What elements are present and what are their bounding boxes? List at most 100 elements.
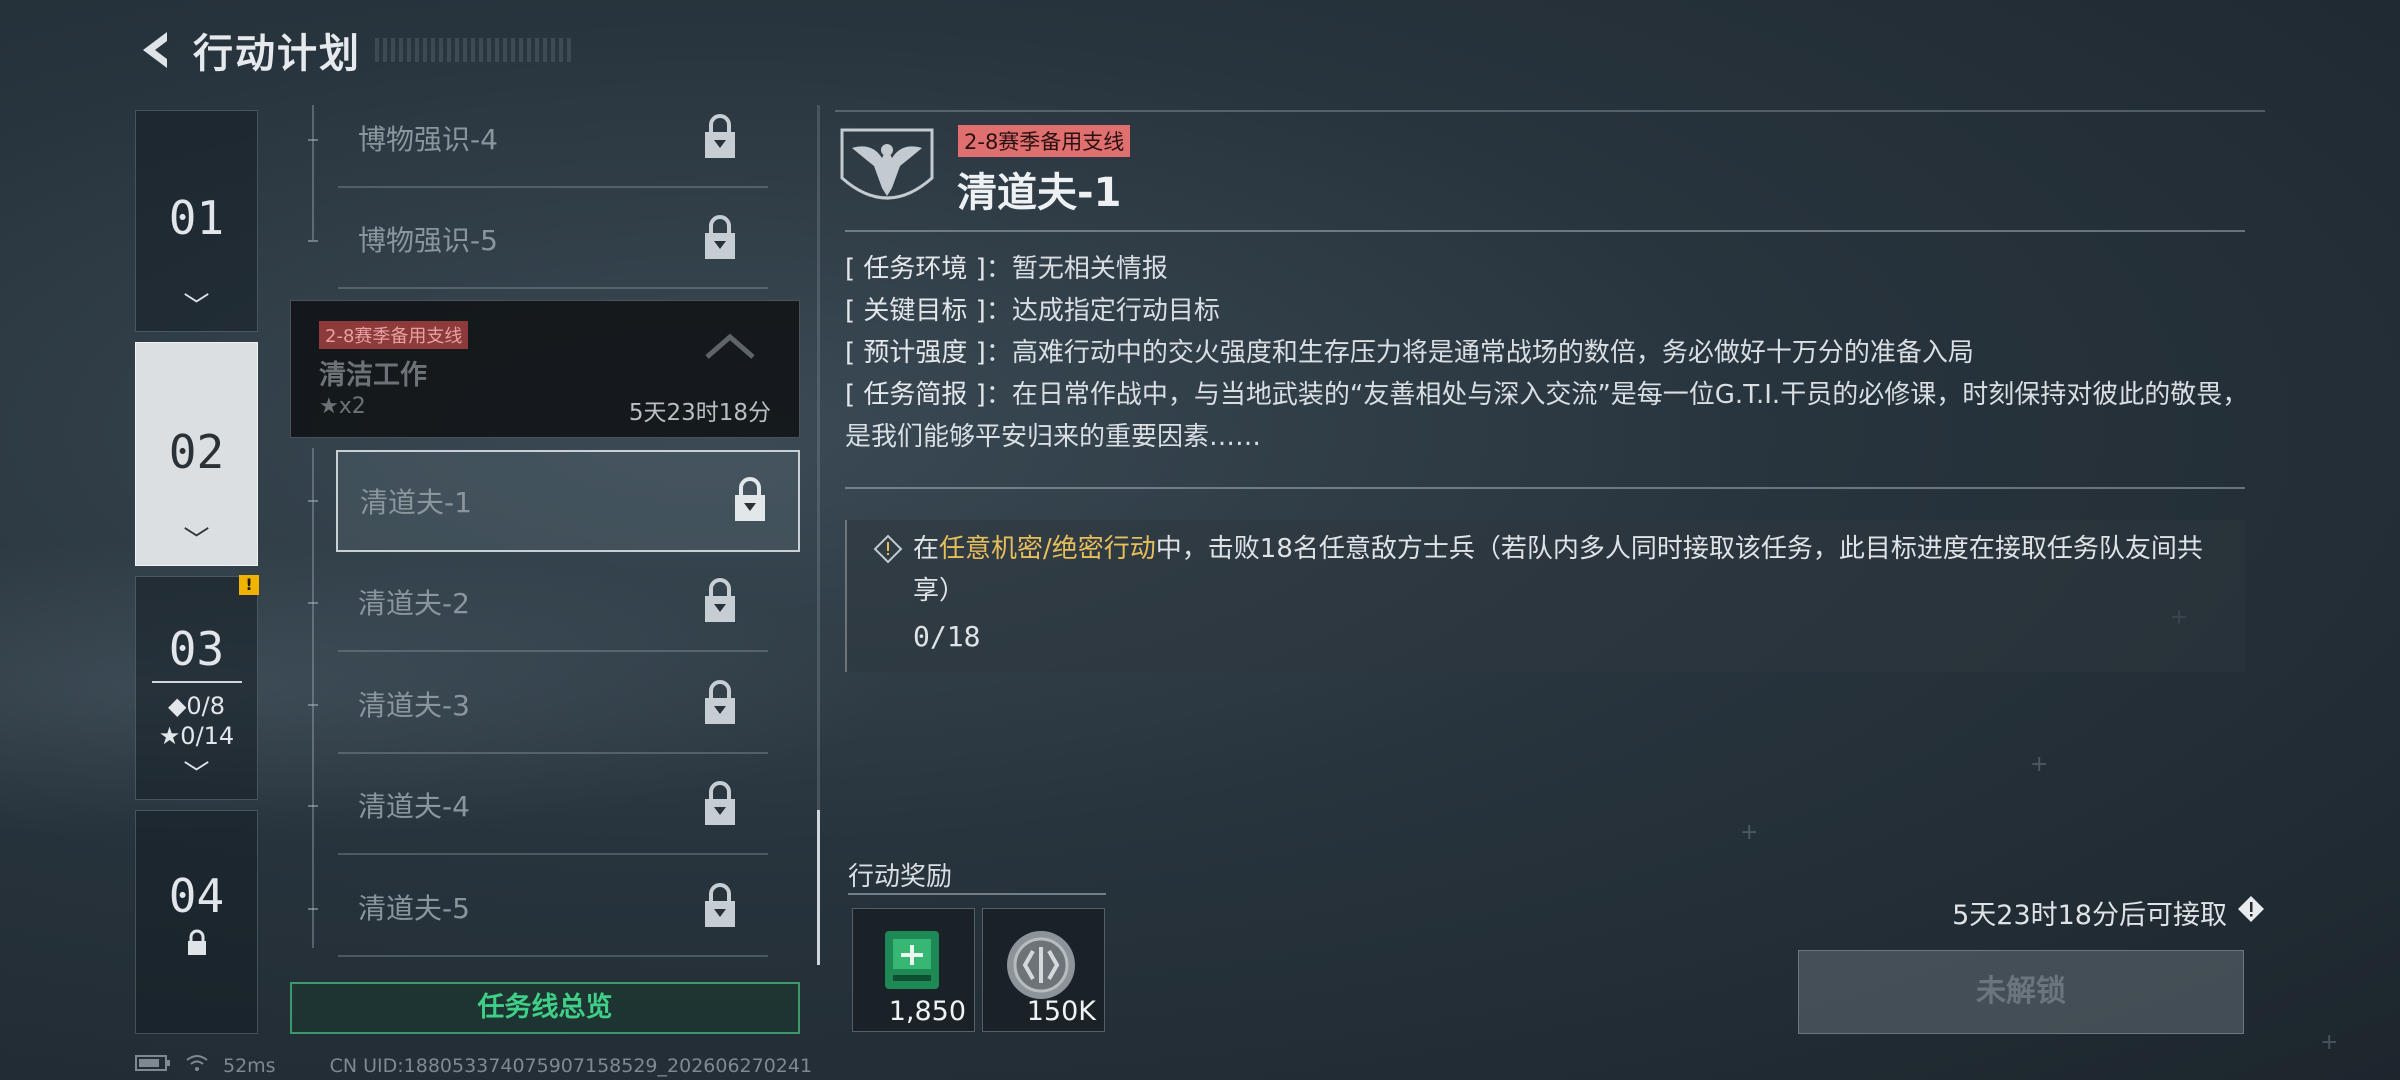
divider <box>845 230 2245 232</box>
info-value: 在日常作战中，与当地武装的“友善相处与深入交流”是每一位G.T.I.干员的必修课… <box>845 380 2249 452</box>
info-value: 暂无相关情报 <box>1011 254 1168 284</box>
back-arrow-icon <box>143 32 167 68</box>
info-value: 高难行动中的交火强度和生存压力将是通常战场的数倍，务必做好十万分的准备入局 <box>1011 338 1974 368</box>
star-progress: ★0/14 <box>158 722 235 750</box>
task-item[interactable]: 博物强识-5 <box>338 191 768 289</box>
chapter-number: 03 <box>168 622 225 676</box>
diamond-progress: ◆0/8 <box>167 692 226 720</box>
task-name: 博物强识-4 <box>358 123 498 156</box>
uid-text: CN UID:18805337407590715​8529_2026062702… <box>329 1054 813 1077</box>
objective-box: 在任意机密/绝密行动中，击败18名任意敌方士兵（若队内多人同时接取该任务，此目标… <box>845 520 2245 672</box>
tree-branch <box>308 805 318 807</box>
detail-top-rule <box>835 110 2265 112</box>
lock-icon <box>732 475 772 527</box>
mission-info: [ 任务环境 ]：暂无相关情报 [ 关键目标 ]：达成指定行动目标 [ 预计强度… <box>845 248 2255 458</box>
objective-text: 在任意机密/绝密行动中，击败18名任意敌方士兵（若队内多人同时接取该任务，此目标… <box>913 528 2233 612</box>
lock-icon <box>702 881 742 933</box>
task-name: 清道夫-5 <box>358 892 470 925</box>
page-title: 行动计划 <box>193 31 361 77</box>
tree-branch <box>308 602 318 604</box>
group-time: 5天23时18分 <box>628 400 771 426</box>
info-value: 达成指定行动目标 <box>1011 296 1220 326</box>
info-label: [ 任务环境 ] <box>845 254 986 284</box>
task-group-header[interactable]: 2-8赛季备用支线 清洁工作 ★x2 5天23时18分 <box>290 300 800 438</box>
lock-icon <box>136 929 257 961</box>
chapter-tab-02[interactable]: 02 ﹀ <box>135 342 258 566</box>
divider <box>845 487 2245 489</box>
objective-highlight: 任意机密/绝密行动 <box>939 534 1156 564</box>
task-name: 清道夫-3 <box>358 689 470 722</box>
lock-icon <box>702 213 742 265</box>
objective-progress: 0/18 <box>913 620 981 653</box>
coin-silver-icon <box>1005 929 1077 1005</box>
reward-item[interactable]: 1,850 <box>852 908 975 1032</box>
group-stars: ★x2 <box>319 394 366 419</box>
divider <box>848 893 1106 895</box>
tree-branch <box>308 500 318 502</box>
reward-label: 行动奖励 <box>848 862 953 892</box>
availability-notice: 5天23时18分后可接取 <box>1952 893 2265 932</box>
currency-green-icon <box>883 929 941 995</box>
availability-text: 5天23时18分后可接取 <box>1952 900 2227 931</box>
season-tag: 2-8赛季备用支线 <box>958 125 1131 157</box>
wifi-icon <box>185 1054 209 1077</box>
info-intensity: [ 预计强度 ]：高难行动中的交火强度和生存压力将是通常战场的数倍，务必做好十万… <box>845 338 1974 368</box>
task-list: 博物强识-4 博物强识-5 2-8赛季备用支线 清洁工作 ★x2 5天23时18… <box>290 105 800 960</box>
task-item-selected[interactable]: 清道夫-1 <box>336 450 800 552</box>
info-label: [ 预计强度 ] <box>845 338 986 368</box>
ping-readout: 52ms <box>223 1054 276 1077</box>
reward-amount: 1,850 <box>888 996 966 1027</box>
mission-title: 清道夫-1 <box>957 170 1122 216</box>
scrollbar-thumb[interactable] <box>817 810 820 965</box>
reward-amount: 150K <box>1026 996 1096 1027</box>
task-name: 清道夫-2 <box>358 587 470 620</box>
chevron-up-icon[interactable] <box>703 331 757 365</box>
back-button[interactable] <box>135 25 175 75</box>
task-item[interactable]: 清道夫-2 <box>338 554 768 652</box>
lock-icon <box>702 576 742 628</box>
tree-branch <box>308 139 318 141</box>
chapter-number: 02 <box>168 425 225 479</box>
eagle-emblem-icon <box>832 118 942 218</box>
chevron-down-icon: ﹀ <box>183 292 210 322</box>
crosshair-decoration: + <box>2320 1030 2339 1055</box>
info-briefing: [ 任务简报 ]：在日常作战中，与当地武装的“友善相处与深入交流”是每一位G.T… <box>845 380 2249 452</box>
task-name: 清道夫-1 <box>360 486 472 519</box>
lock-icon <box>702 678 742 730</box>
battery-icon <box>135 1054 171 1077</box>
lock-icon <box>702 779 742 831</box>
task-item[interactable]: 博物强识-4 <box>338 90 768 188</box>
tree-line <box>312 105 314 240</box>
tree-branch <box>308 704 318 706</box>
diamond-objective-icon <box>873 534 903 568</box>
alert-badge: ! <box>239 575 259 595</box>
info-environment: [ 任务环境 ]：暂无相关情报 <box>845 254 1168 284</box>
task-item[interactable]: 清道夫-4 <box>338 757 768 855</box>
task-name: 清道夫-4 <box>358 790 470 823</box>
info-target: [ 关键目标 ]：达成指定行动目标 <box>845 296 1220 326</box>
group-name: 清洁工作 <box>319 360 427 391</box>
info-label: [ 关键目标 ] <box>845 296 986 326</box>
task-line-overview-button[interactable]: 任务线总览 <box>290 982 800 1034</box>
lock-icon <box>702 112 742 164</box>
chapter-number: 01 <box>168 191 225 245</box>
divider <box>151 681 242 683</box>
status-bar: 52ms CN UID:18805337407590715​8529_20260… <box>135 1054 812 1077</box>
reward-item[interactable]: 150K <box>982 908 1105 1032</box>
task-item[interactable]: 清道夫-5 <box>338 859 768 957</box>
task-name: 博物强识-5 <box>358 224 498 257</box>
info-diamond-icon[interactable] <box>2237 895 2265 930</box>
chapter-tab-01[interactable]: 01 ﹀ <box>135 110 258 332</box>
chapter-tab-03[interactable]: ! 03 ◆0/8 ★0/14 ﹀ <box>135 575 259 800</box>
unlock-button[interactable]: 未解锁 <box>1798 950 2244 1034</box>
chevron-down-icon: ﹀ <box>183 526 210 556</box>
chevron-down-icon: ﹀ <box>183 760 210 790</box>
crosshair-decoration: + <box>1740 820 1759 845</box>
season-tag: 2-8赛季备用支线 <box>319 321 469 349</box>
task-item[interactable]: 清道夫-3 <box>338 656 768 754</box>
tree-line <box>312 448 314 948</box>
chapter-tab-04[interactable]: 04 <box>135 810 258 1034</box>
info-label: [ 任务简报 ] <box>845 380 986 410</box>
crosshair-decoration: + <box>2030 752 2049 777</box>
objective-prefix: 在 <box>913 534 940 564</box>
